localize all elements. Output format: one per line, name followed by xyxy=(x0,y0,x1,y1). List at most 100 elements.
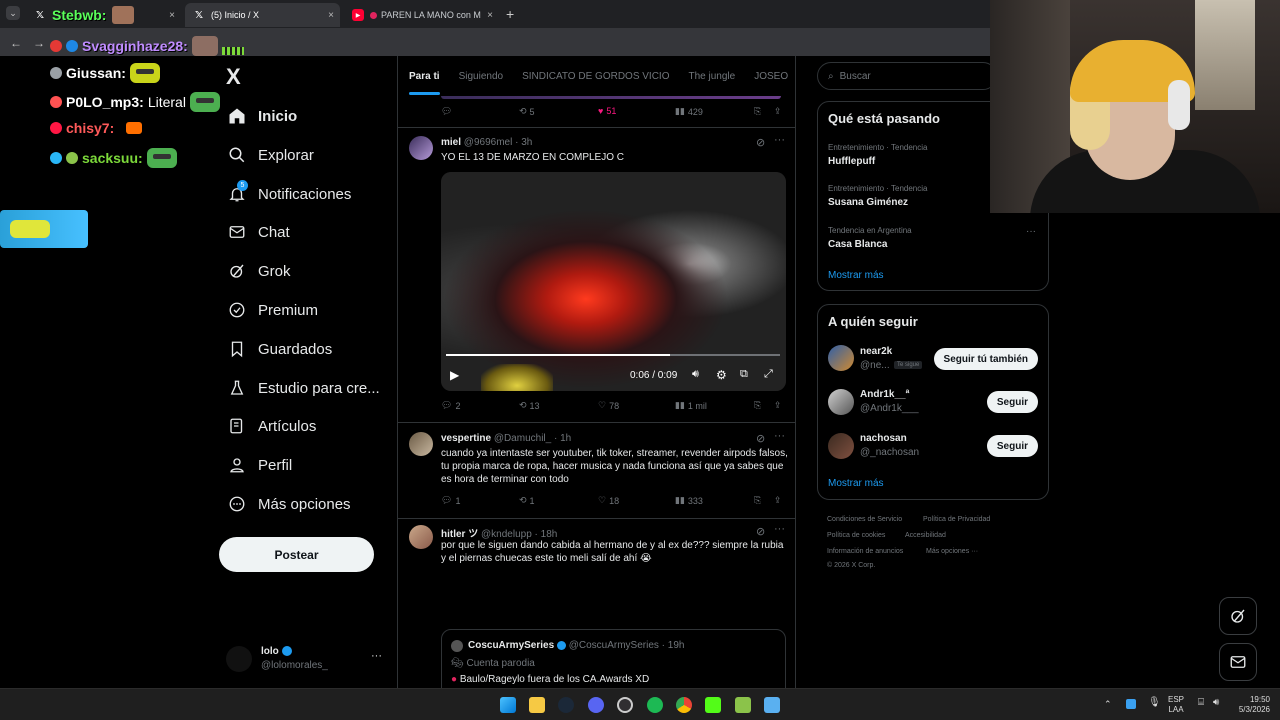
avatar[interactable] xyxy=(828,389,854,415)
follow-button[interactable]: Seguir xyxy=(986,391,1038,413)
tweet[interactable]: hitler ツ @kndelupp · 18h ⊘ ··· por que l… xyxy=(398,519,795,688)
tab-para-ti[interactable]: Para ti xyxy=(409,71,440,95)
discord-icon[interactable] xyxy=(588,697,604,713)
avatar[interactable] xyxy=(409,432,433,456)
sidebar-item-estudio[interactable]: Estudio para cre... xyxy=(228,371,380,405)
network-icon[interactable]: ⌸ xyxy=(1198,698,1204,708)
spotify-icon[interactable] xyxy=(647,697,663,713)
bookmark-icon[interactable]: ⎘ xyxy=(754,400,761,411)
video-progress-track[interactable] xyxy=(446,354,780,356)
author-name[interactable]: vespertine xyxy=(441,433,491,444)
like-button[interactable]: ♥ 51 xyxy=(598,106,616,116)
like-button[interactable]: ♡ 18 xyxy=(598,495,619,506)
back-icon[interactable]: ← xyxy=(10,36,22,50)
obs-icon[interactable] xyxy=(617,697,633,713)
account-menu-icon[interactable]: ··· xyxy=(371,650,382,662)
grok-icon[interactable]: ⊘ xyxy=(756,525,765,538)
bookmark-icon[interactable]: ⎘ xyxy=(754,495,761,506)
steam-icon[interactable] xyxy=(558,697,574,713)
sidebar-item-articulos[interactable]: Artículos xyxy=(228,409,316,443)
tweet-time[interactable]: · 1h xyxy=(554,433,571,444)
windows-start-icon[interactable] xyxy=(500,697,516,713)
grok-icon[interactable]: ⊘ xyxy=(756,432,765,445)
reply-button[interactable]: 💬︎ 1 xyxy=(441,495,460,506)
avatar[interactable] xyxy=(409,525,433,549)
chrome-icon[interactable] xyxy=(676,697,692,713)
sidebar-item-perfil[interactable]: Perfil xyxy=(228,448,292,482)
sidebar-item-grok[interactable]: Grok xyxy=(228,254,291,288)
avatar[interactable] xyxy=(409,136,433,160)
tab-siguiendo[interactable]: Siguiendo xyxy=(459,71,503,82)
avatar[interactable] xyxy=(828,433,854,459)
reply-icon[interactable]: 💬︎ xyxy=(441,106,452,117)
forward-icon[interactable]: → xyxy=(33,36,45,50)
footer-link[interactable]: Accesibilidad xyxy=(905,532,946,539)
tray-app-icon[interactable] xyxy=(1126,699,1136,709)
language-indicator[interactable]: ESP LAA xyxy=(1168,695,1184,715)
author-handle[interactable]: @Damuchil_ xyxy=(494,433,551,444)
close-tab-icon[interactable]: × xyxy=(169,10,175,21)
tab-stream[interactable]: 𝕏 Stebwb: × xyxy=(26,3,181,27)
miniplayer-icon[interactable]: ⧉ xyxy=(740,368,748,381)
tab-joseo[interactable]: JOSEO xyxy=(754,71,788,82)
sidebar-item-mas-opciones[interactable]: Más opciones xyxy=(228,487,351,521)
more-options-icon[interactable]: ··· xyxy=(774,523,785,535)
file-explorer-icon[interactable] xyxy=(529,697,545,713)
views-button[interactable]: ▮▮ 1 mil xyxy=(675,400,707,411)
follow-button[interactable]: Seguir xyxy=(986,435,1038,457)
trend-name[interactable]: Casa Blanca xyxy=(828,239,887,250)
like-button[interactable]: ♡ 78 xyxy=(598,400,619,411)
tab-the-jungle[interactable]: The jungle xyxy=(689,71,736,82)
kick-icon[interactable] xyxy=(705,697,721,713)
x-logo[interactable]: X xyxy=(226,64,241,90)
volume-icon[interactable]: 🔊︎ xyxy=(692,368,699,381)
views-button[interactable]: ▮▮ 429 xyxy=(675,106,703,117)
retweet-button[interactable]: ⟲ 13 xyxy=(519,400,540,411)
trends-show-more[interactable]: Mostrar más xyxy=(828,270,884,281)
footer-link[interactable]: Condiciones de Servicio xyxy=(827,516,902,523)
sidebar-item-guardados[interactable]: Guardados xyxy=(228,332,332,366)
quote-tweet[interactable]: CoscuArmySeries @CoscuArmySeries · 19h 🎭… xyxy=(441,629,786,688)
tab-search-button[interactable]: ⌄ xyxy=(6,6,20,20)
trend-name[interactable]: Hufflepuff xyxy=(828,156,875,167)
notepad-icon[interactable] xyxy=(764,697,780,713)
tab-inicio[interactable]: 𝕏 (5) Inicio / X × xyxy=(185,3,340,27)
chevron-up-icon[interactable]: ⌃ xyxy=(1104,699,1112,709)
volume-icon[interactable]: 🔊︎ xyxy=(1213,698,1219,708)
share-icon[interactable]: ⇪ xyxy=(774,495,782,506)
grok-float-button[interactable] xyxy=(1219,597,1257,635)
trend-more-icon[interactable]: ··· xyxy=(1026,226,1036,237)
video-player[interactable]: ▶ 0:06 / 0:09 🔊︎ ⚙ ⧉ ⤢ xyxy=(441,172,786,391)
footer-link[interactable]: Política de Privacidad xyxy=(923,516,990,523)
tweet-time[interactable]: · 3h xyxy=(515,137,532,148)
messages-float-button[interactable] xyxy=(1219,643,1257,681)
trend-name[interactable]: Susana Giménez xyxy=(828,197,908,208)
follow-name[interactable]: nachosan xyxy=(860,433,907,444)
play-icon[interactable]: ▶ xyxy=(450,368,459,382)
grok-icon[interactable]: ⊘ xyxy=(756,136,765,149)
clock[interactable]: 19:50 5/3/2026 xyxy=(1230,695,1270,715)
follow-handle[interactable]: @Andr1k___ xyxy=(860,403,919,414)
follow-handle[interactable]: @_nachosan xyxy=(860,447,919,458)
sidebar-item-chat[interactable]: Chat xyxy=(228,215,290,249)
sidebar-item-explorar[interactable]: Explorar xyxy=(228,138,314,172)
share-icon[interactable]: ⇪ xyxy=(774,106,782,117)
sidebar-item-notificaciones[interactable]: 5 Notificaciones xyxy=(228,177,351,211)
tweet[interactable]: vespertine @Damuchil_ · 1h ⊘ ··· cuando … xyxy=(398,423,795,519)
author-handle[interactable]: @9696mel xyxy=(464,137,513,148)
footer-link[interactable]: Política de cookies xyxy=(827,532,885,539)
avatar[interactable] xyxy=(828,345,854,371)
more-options-icon[interactable]: ··· xyxy=(774,430,785,442)
footer-link[interactable]: Información de anuncios xyxy=(827,548,903,555)
close-tab-icon[interactable]: × xyxy=(487,10,493,21)
tab-sindicato[interactable]: SINDICATO DE GORDOS VICIO xyxy=(522,71,669,82)
microphone-icon[interactable]: 🎙︎ xyxy=(1148,698,1161,708)
author-name[interactable]: miel xyxy=(441,137,461,148)
tweet[interactable]: miel @9696mel · 3h ⊘ ··· YO EL 13 DE MAR… xyxy=(398,128,795,423)
app-icon[interactable] xyxy=(735,697,751,713)
close-tab-icon[interactable]: × xyxy=(328,10,334,21)
account-switcher[interactable]: lolo @lolomorales_ ··· xyxy=(226,644,386,674)
follow-handle[interactable]: @ne... xyxy=(860,360,890,371)
post-button[interactable]: Postear xyxy=(219,537,374,572)
follow-name[interactable]: near2k xyxy=(860,346,892,357)
